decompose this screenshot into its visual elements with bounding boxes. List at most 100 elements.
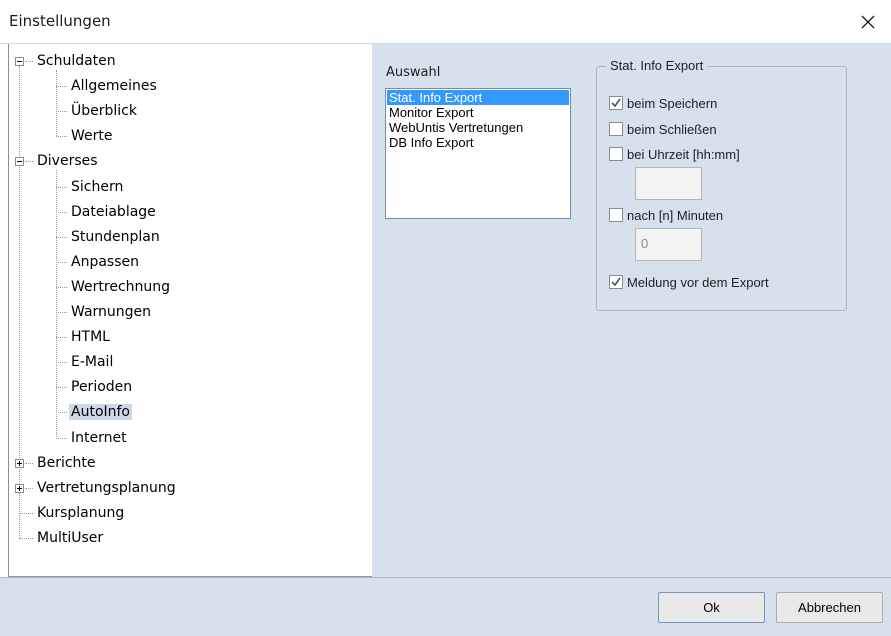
tree-item[interactable]: Wertrechnung <box>69 276 172 298</box>
auswahl-list-item[interactable]: WebUntis Vertretungen <box>386 120 570 135</box>
tree-connector <box>25 487 33 489</box>
checkbox-label: bei Uhrzeit [hh:mm] <box>627 146 740 162</box>
tree-item[interactable]: Perioden <box>69 376 134 398</box>
close-button[interactable] <box>845 0 891 44</box>
beim-schliessen-checkbox[interactable]: beim Schließen <box>609 121 717 137</box>
tree-item-label: Kursplanung <box>37 504 125 521</box>
tree-item-label: Sichern <box>71 178 124 195</box>
tree-connector <box>56 211 67 213</box>
tree-connector <box>19 512 33 514</box>
tree-item[interactable]: Berichte <box>35 452 98 474</box>
tree-item[interactable]: Dateiablage <box>69 201 158 223</box>
beim-speichern-checkbox[interactable]: beim Speichern <box>609 95 717 111</box>
tree-connector <box>25 161 33 163</box>
tree-item-label: Überblick <box>71 103 137 120</box>
tree-connector <box>56 437 67 439</box>
button-bar: Ok Abbrechen <box>0 577 891 636</box>
tree-item-label: Internet <box>71 429 127 446</box>
minuten-input[interactable]: 0 <box>635 228 702 261</box>
tree-item[interactable]: Sichern <box>69 176 125 198</box>
expand-icon[interactable] <box>15 483 24 493</box>
bei-uhrzeit-checkbox[interactable]: bei Uhrzeit [hh:mm] <box>609 146 740 162</box>
tree-item-label: Berichte <box>37 454 96 471</box>
tree-connector <box>56 186 67 188</box>
checkbox-label: beim Schließen <box>627 121 717 137</box>
settings-content: Auswahl Stat. Info Export Monitor Export W… <box>372 44 891 577</box>
tree-connector <box>56 261 67 263</box>
tree-item-label: AutoInfo <box>69 404 133 421</box>
settings-tree: Schuldaten Allgemeines Überblick Werte Diver… <box>8 44 372 577</box>
tree-item-label: Stundenplan <box>71 228 160 245</box>
export-groupbox: Stat. Info Export beim Speichern beim Sc… <box>596 58 847 311</box>
tree-connector <box>56 312 67 313</box>
expand-icon[interactable] <box>15 458 24 468</box>
auswahl-label: Auswahl <box>386 65 441 80</box>
panel-border <box>8 44 9 577</box>
auswahl-list-item[interactable]: Monitor Export <box>386 105 570 120</box>
tree-item[interactable]: Überblick <box>69 100 139 122</box>
tree-connector <box>56 286 67 288</box>
tree-item[interactable]: Anpassen <box>69 251 141 273</box>
tree-item[interactable]: Schuldaten <box>35 50 118 72</box>
tree-item[interactable]: Vertretungsplanung <box>35 477 178 499</box>
tree-item-label: HTML <box>71 329 110 346</box>
tree-item[interactable]: E-Mail <box>69 351 115 373</box>
tree-connector <box>25 462 33 464</box>
tree-item[interactable]: Allgemeines <box>69 75 159 97</box>
tree-item-label: Dateiablage <box>71 203 156 220</box>
tree-item-label: Schuldaten <box>37 53 116 69</box>
checkmark-icon <box>611 98 621 108</box>
nach-minuten-checkbox[interactable]: nach [n] Minuten <box>609 207 723 223</box>
tree-connector <box>56 236 67 238</box>
tree-connector <box>56 111 67 113</box>
tree-item[interactable]: Werte <box>69 125 115 147</box>
window-title: Einstellungen <box>9 12 111 30</box>
cancel-button[interactable]: Abbrechen <box>776 592 883 623</box>
checkbox-label: nach [n] Minuten <box>627 207 724 223</box>
tree-item[interactable]: MultiUser <box>35 527 105 549</box>
tree-item-label: Warnungen <box>71 304 152 320</box>
tree-connector <box>56 170 57 438</box>
checkbox-box[interactable] <box>609 96 623 110</box>
tree-connector <box>56 412 67 414</box>
tree-item-label: MultiUser <box>37 529 104 546</box>
tree-item[interactable]: Diverses <box>35 150 100 172</box>
tree-connector <box>56 387 67 389</box>
auswahl-listbox[interactable]: Stat. Info Export Monitor Export WebUntis … <box>385 88 571 219</box>
tree-item-label: E-Mail <box>71 354 114 371</box>
checkbox-label: beim Speichern <box>627 95 718 111</box>
tree-item[interactable]: Internet <box>69 427 129 449</box>
tree-connector <box>56 136 67 138</box>
tree-item-label: Allgemeines <box>71 78 157 95</box>
tree-connector <box>56 362 67 364</box>
auswahl-list-item[interactable]: DB Info Export <box>386 135 570 150</box>
checkbox-box[interactable] <box>609 147 623 161</box>
groupbox-legend: Stat. Info Export <box>606 58 708 73</box>
tree-item-label: Vertretungsplanung <box>37 479 176 496</box>
close-icon <box>861 15 875 29</box>
checkmark-icon <box>611 277 621 287</box>
meldung-checkbox[interactable]: Meldung vor dem Export <box>609 274 769 290</box>
auswahl-list-item[interactable]: Stat. Info Export <box>387 90 569 105</box>
tree-connector <box>19 537 33 539</box>
tree-item[interactable]: HTML <box>69 326 112 348</box>
tree-item[interactable]: Warnungen <box>69 301 153 323</box>
tree-item-label: Diverses <box>37 153 98 170</box>
collapse-icon[interactable] <box>15 157 24 167</box>
tree-item-label: Wertrechnung <box>71 278 171 295</box>
tree-connector <box>56 86 67 88</box>
uhrzeit-input[interactable] <box>635 167 702 200</box>
tree-item[interactable]: Kursplanung <box>35 502 126 524</box>
checkbox-box[interactable] <box>609 275 623 289</box>
tree-connector <box>25 61 33 62</box>
tree-item-label: Werte <box>71 128 113 145</box>
tree-item[interactable]: AutoInfo <box>69 401 133 423</box>
checkbox-label: Meldung vor dem Export <box>627 274 769 290</box>
checkbox-box[interactable] <box>609 208 623 222</box>
tree-connector <box>56 70 57 137</box>
checkbox-box[interactable] <box>609 122 623 136</box>
title-bar: Einstellungen <box>0 0 891 44</box>
ok-button[interactable]: Ok <box>658 592 765 623</box>
collapse-icon[interactable] <box>15 57 24 66</box>
tree-item[interactable]: Stundenplan <box>69 226 162 248</box>
